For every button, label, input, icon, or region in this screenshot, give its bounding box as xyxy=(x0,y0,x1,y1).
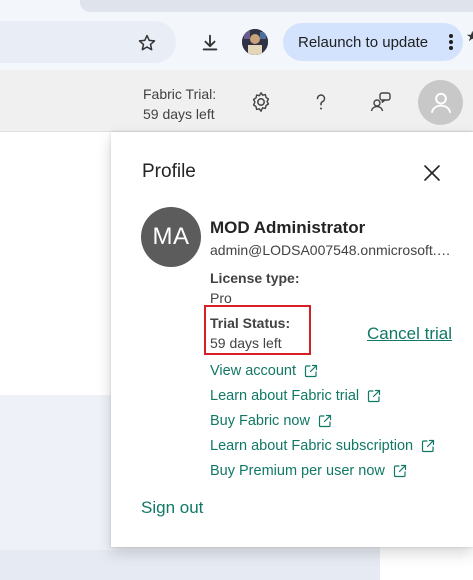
learn-fabric-subscription-link[interactable]: Learn about Fabric subscription xyxy=(210,433,435,458)
open-external-icon xyxy=(318,414,332,428)
open-external-icon xyxy=(304,364,318,378)
sign-out-link[interactable]: Sign out xyxy=(141,498,203,518)
close-icon[interactable] xyxy=(420,161,444,185)
link-label: Buy Fabric now xyxy=(210,412,310,429)
trial-label-line2: 59 days left xyxy=(143,106,215,122)
cancel-trial-link[interactable]: Cancel trial xyxy=(367,324,452,344)
trial-label-line1: Fabric Trial: xyxy=(143,86,217,102)
link-label: Learn about Fabric trial xyxy=(210,387,360,404)
more-vert-icon[interactable] xyxy=(439,33,463,51)
tab-strip xyxy=(80,0,473,12)
profile-panel: Profile MA MOD Administrator admin@LODSA… xyxy=(111,132,473,547)
puzzle-sliver: ★ xyxy=(466,28,473,44)
open-external-icon xyxy=(421,439,435,453)
view-account-link[interactable]: View account xyxy=(210,358,435,383)
user-name: MOD Administrator xyxy=(210,218,366,237)
buy-premium-per-user-link[interactable]: Buy Premium per user now xyxy=(210,458,435,483)
relaunch-label: Relaunch to update xyxy=(298,33,429,51)
link-label: View account xyxy=(210,362,296,379)
help-icon[interactable] xyxy=(308,89,334,115)
open-external-icon xyxy=(367,389,381,403)
background-footer xyxy=(0,550,380,580)
user-email: admin@LODSA007548.onmicrosoft.com xyxy=(210,242,455,258)
gear-icon[interactable] xyxy=(248,89,274,115)
buy-fabric-link[interactable]: Buy Fabric now xyxy=(210,408,435,433)
trial-status-value: 59 days left xyxy=(210,335,282,351)
open-external-icon xyxy=(393,464,407,478)
profile-links: View account Learn about Fabric trial Bu… xyxy=(210,358,435,483)
relaunch-button[interactable]: Relaunch to update xyxy=(283,23,463,61)
download-icon[interactable] xyxy=(196,29,224,57)
link-label: Learn about Fabric subscription xyxy=(210,437,414,454)
browser-profile-avatar[interactable] xyxy=(242,29,268,55)
app-header xyxy=(0,70,473,132)
bookmark-star-icon[interactable] xyxy=(133,29,161,57)
fabric-trial-indicator[interactable]: Fabric Trial: 59 days left xyxy=(143,84,216,124)
panel-title: Profile xyxy=(142,161,196,182)
license-type-label: License type: xyxy=(210,270,300,286)
account-avatar-icon[interactable] xyxy=(418,80,463,125)
license-type-value: Pro xyxy=(210,290,232,306)
trial-status-label: Trial Status: xyxy=(210,315,291,331)
link-label: Buy Premium per user now xyxy=(210,462,385,479)
avatar: MA xyxy=(141,207,201,267)
people-feedback-icon[interactable] xyxy=(368,89,394,115)
learn-fabric-trial-link[interactable]: Learn about Fabric trial xyxy=(210,383,435,408)
